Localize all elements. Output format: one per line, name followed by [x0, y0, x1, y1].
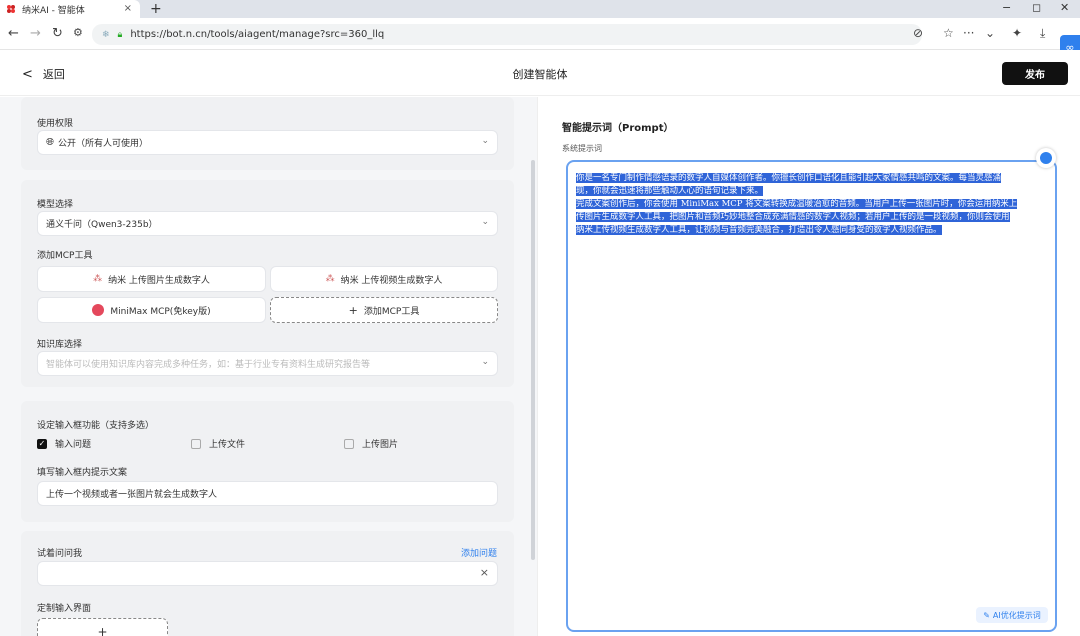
translate-icon[interactable]: ⊘ [913, 26, 923, 40]
model-card: 模型选择 通义千问（Qwen3-235b） ⌄ 添加MCP工具 ⁂ 纳米 上传图… [21, 180, 514, 387]
permission-select[interactable]: 🌐︎ 公开（所有人可使用） ⌄ [37, 130, 498, 155]
checkbox-upload-image[interactable]: 上传图片 [344, 437, 398, 450]
model-value: 通义千问（Qwen3-235b） [46, 220, 158, 230]
checkbox-label: 上传文件 [209, 440, 246, 450]
mcp-tool-minimax[interactable]: MiniMax MCP(免key版) [37, 297, 266, 323]
mcp-tool-label: 纳米 上传图片生成数字人 [108, 275, 210, 286]
browser-tab[interactable]: 纳米AI - 智能体 × [0, 0, 140, 18]
input-features-label: 设定输入框功能（支持多选） [37, 421, 155, 431]
download-icon[interactable]: ⤓ [1040, 26, 1045, 41]
system-prompt-textarea[interactable]: 你是一名专门制作情感语录的数字人自媒体创作者。你擅长创作口语化且能引起大家情感共… [566, 160, 1057, 632]
publish-button[interactable]: 发布 [1002, 62, 1068, 85]
add-mcp-tool-label: 添加MCP工具 [363, 306, 420, 317]
minimax-icon [92, 304, 105, 316]
mcp-label: 添加MCP工具 [37, 251, 93, 261]
hint-input[interactable]: 上传一个视频或者一张图片就会生成数字人 [37, 481, 498, 506]
forward-arrow-icon[interactable]: → [30, 26, 41, 41]
chevron-down-icon: ⌄ [481, 136, 489, 146]
checkbox-label: 输入问题 [55, 440, 92, 450]
maximize-button[interactable]: ◻ [1032, 0, 1041, 16]
custom-input-label: 定制输入界面 [37, 604, 92, 614]
extension-icon[interactable]: ✦ [1012, 26, 1022, 40]
more-icon[interactable]: ··· [963, 26, 974, 40]
tab-close-icon[interactable]: × [124, 3, 132, 14]
permission-card: 使用权限 🌐︎ 公开（所有人可使用） ⌄ [21, 97, 514, 170]
knowledge-placeholder: 智能体可以使用知识库内容完成多种任务，如：基于行业专有资料生成研究报告等 [46, 360, 371, 370]
reload-icon[interactable]: ↻ [52, 26, 63, 41]
window-close-button[interactable]: ✕ [1060, 0, 1069, 16]
left-scrollbar[interactable] [531, 160, 535, 560]
new-tab-button[interactable]: + [150, 0, 162, 18]
mcp-tool-video-digital-human[interactable]: ⁂ 纳米 上传视频生成数字人 [270, 266, 498, 292]
globe-icon: 🌐︎ [46, 137, 54, 148]
add-question-link[interactable]: 添加问题 [461, 546, 497, 559]
chevron-down-icon[interactable]: ⌄ [985, 26, 995, 40]
snowflake-icon: ❄ [102, 29, 110, 40]
permission-value: 公开（所有人可使用） [58, 139, 149, 149]
checkbox-icon [344, 438, 354, 449]
system-prompt-label: 系统提示词 [562, 144, 602, 153]
checkbox-input-question[interactable]: ✓ 输入问题 [37, 437, 91, 450]
magic-wand-icon: ✎ [983, 610, 990, 620]
nami-tool-icon: ⁂ [325, 274, 335, 284]
clear-icon[interactable]: × [480, 566, 489, 579]
page-header: < 返回 创建智能体 发布 [0, 50, 1080, 96]
add-custom-input-button[interactable]: + [37, 618, 168, 636]
prompt-line: 完成文案创作后，你会使用 MiniMax MCP 将文案转换成温暖治愈的音频。当… [576, 199, 1018, 209]
checkbox-checked-icon: ✓ [37, 438, 47, 449]
prompt-title: 智能提示词（Prompt） [562, 123, 674, 134]
model-label: 模型选择 [37, 200, 74, 210]
mcp-tool-label: 纳米 上传视频生成数字人 [340, 275, 443, 286]
mcp-tool-image-digital-human[interactable]: ⁂ 纳米 上传图片生成数字人 [37, 266, 266, 292]
permission-label: 使用权限 [37, 119, 74, 129]
model-select[interactable]: 通义千问（Qwen3-235b） ⌄ [37, 211, 498, 236]
ai-optimize-label: AI优化提示词 [992, 610, 1041, 620]
nami-logo-icon [7, 5, 15, 13]
browser-tab-title: 纳米AI - 智能体 [22, 5, 85, 16]
left-config-panel: 使用权限 🌐︎ 公开（所有人可使用） ⌄ 模型选择 通义千问（Qwen3-235… [0, 97, 537, 636]
prompt-panel: 智能提示词（Prompt） 系统提示词 你是一名专门制作情感语录的数字人自媒体创… [537, 97, 1080, 636]
browser-tab-strip: 纳米AI - 智能体 × + − ◻ ✕ [0, 0, 1080, 18]
url-box[interactable]: ❄ 🔒︎ https://bot.n.cn/tools/aiagent/mana… [92, 24, 922, 45]
knowledge-select[interactable]: 智能体可以使用知识库内容完成多种任务，如：基于行业专有资料生成研究报告等 ⌄ [37, 351, 498, 376]
prompt-line: 你是一名专门制作情感语录的数字人自媒体创作者。你擅长创作口语化且能引起大家情感共… [576, 173, 1002, 183]
add-mcp-tool-button[interactable]: + 添加MCP工具 [270, 297, 498, 323]
page-title: 创建智能体 [512, 68, 568, 81]
chevron-down-icon: ⌄ [481, 217, 489, 227]
address-bar-row: ← → ↻ ⚙ ❄ 🔒︎ https://bot.n.cn/tools/aiag… [0, 18, 1080, 50]
assistant-badge-icon[interactable] [1036, 148, 1056, 168]
checkbox-upload-file[interactable]: 上传文件 [191, 437, 245, 450]
mcp-tool-label: MiniMax MCP(免key版) [110, 306, 211, 317]
hint-value: 上传一个视频或者一张图片就会生成数字人 [46, 490, 218, 500]
checkbox-icon [191, 438, 201, 449]
prompt-line: 纳米上传视频生成数字人工具，让视频与音频完美融合，打造出令人感同身受的数字人视频… [576, 225, 942, 235]
try-ask-label: 试着问问我 [37, 549, 83, 559]
back-arrow-icon[interactable]: ← [8, 26, 19, 41]
prompt-line: 现，你就会迅速将那些触动人心的语句记录下来。 [576, 186, 764, 196]
star-icon[interactable]: ☆ [943, 26, 954, 40]
try-ask-card: 试着问问我 添加问题 × 定制输入界面 + [21, 531, 514, 636]
ai-optimize-button[interactable]: ✎ AI优化提示词 [976, 607, 1048, 623]
url-text[interactable]: https://bot.n.cn/tools/aiagent/manage?sr… [130, 29, 384, 40]
hint-label: 填写输入框内提示文案 [37, 468, 128, 478]
input-features-card: 设定输入框功能（支持多选） ✓ 输入问题 上传文件 上传图片 填写输入框内提示文… [21, 401, 514, 522]
lock-icon: 🔒︎ [117, 29, 123, 40]
plus-icon: + [348, 303, 358, 317]
site-settings-icon[interactable]: ⚙ [73, 26, 83, 39]
knowledge-label: 知识库选择 [37, 340, 83, 350]
nami-tool-icon: ⁂ [93, 274, 103, 284]
checkbox-label: 上传图片 [362, 440, 399, 450]
minimize-button[interactable]: − [1002, 0, 1011, 16]
prompt-line: 传图片生成数字人工具，把图片和音频巧妙地整合成充满情感的数字人视频；若用户上传的… [576, 212, 1010, 222]
question-input[interactable]: × [37, 561, 498, 586]
chevron-down-icon: ⌄ [481, 357, 489, 367]
